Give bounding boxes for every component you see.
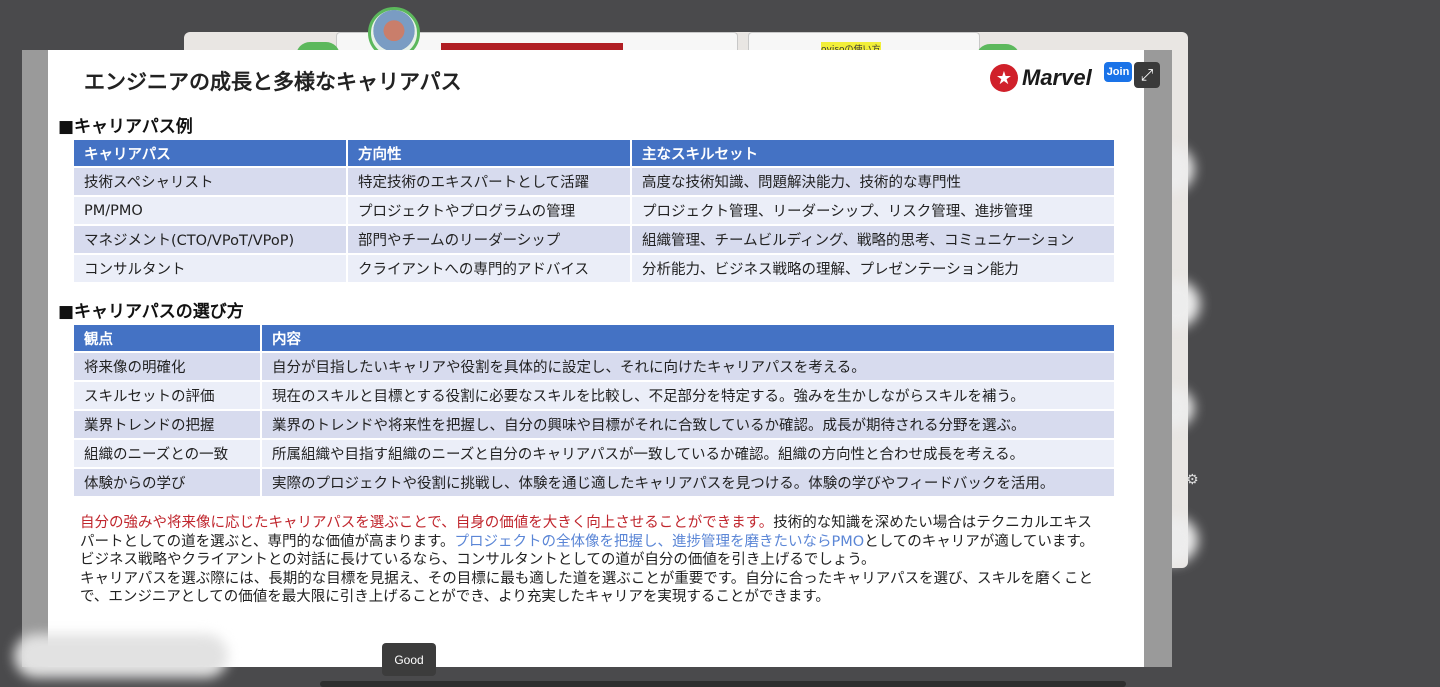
- table-row: 業界トレンドの把握 業界のトレンドや将来性を把握し、自分の興味や目標がそれに合致…: [74, 411, 1114, 438]
- summary-text: キャリアパスを選ぶ際には、長期的な目標を見据え、その目標に最も適した道を選ぶこと…: [80, 570, 1093, 606]
- settings-gear-icon[interactable]: ⚙: [1186, 472, 1199, 488]
- table-cell: 実際のプロジェクトや役割に挑戦し、体験を通じ適したキャリアパスを見つける。体験の…: [262, 469, 1114, 496]
- section-heading-how-to-choose: ■キャリアパスの選び方: [58, 302, 244, 322]
- table-cell: 将来像の明確化: [74, 353, 260, 380]
- career-path-table: キャリアパス 方向性 主なスキルセット 技術スペシャリスト 特定技術のエキスパー…: [72, 138, 1116, 284]
- slide-title: エンジニアの成長と多様なキャリアパス: [84, 70, 462, 94]
- table-cell: 技術スペシャリスト: [74, 168, 346, 195]
- table-row: PM/PMO プロジェクトやプログラムの管理 プロジェクト管理、リーダーシップ、…: [74, 197, 1114, 224]
- table-header-cell: 方向性: [348, 140, 630, 166]
- summary-highlight-red: 自分の強みや将来像に応じたキャリアパスを選ぶことで、自身の価値を大きく向上させる…: [80, 515, 774, 531]
- table-cell: 現在のスキルと目標とする役割に必要なスキルを比較し、不足部分を特定する。強みを生…: [262, 382, 1114, 409]
- blurred-presenter-name: [14, 634, 228, 678]
- table-cell: 業界トレンドの把握: [74, 411, 260, 438]
- star-icon: ★: [990, 64, 1018, 92]
- table-cell: 自分が目指したいキャリアや役割を具体的に設定し、それに向けたキャリアパスを考える…: [262, 353, 1114, 380]
- table-cell: 特定技術のエキスパートとして活躍: [348, 168, 630, 195]
- logo-text: Marvel: [1022, 65, 1092, 90]
- join-button[interactable]: Join: [1104, 62, 1132, 82]
- section-heading-career-examples: ■キャリアパス例: [58, 117, 193, 137]
- table-cell: 体験からの学び: [74, 469, 260, 496]
- table-cell: プロジェクト管理、リーダーシップ、リスク管理、進捗管理: [632, 197, 1114, 224]
- table-header-row: 観点 内容: [74, 325, 1114, 351]
- table-row: 技術スペシャリスト 特定技術のエキスパートとして活躍 高度な技術知識、問題解決能…: [74, 168, 1114, 195]
- table-row: 体験からの学び 実際のプロジェクトや役割に挑戦し、体験を通じ適したキャリアパスを…: [74, 469, 1114, 496]
- table-cell: 組織のニーズとの一致: [74, 440, 260, 467]
- table-row: 将来像の明確化 自分が目指したいキャリアや役割を具体的に設定し、それに向けたキャ…: [74, 353, 1114, 380]
- selection-criteria-table: 観点 内容 将来像の明確化 自分が目指したいキャリアや役割を具体的に設定し、それ…: [72, 323, 1116, 498]
- table-header-cell: 内容: [262, 325, 1114, 351]
- marvel-logo: ★ Marvel: [990, 64, 1092, 92]
- table-cell: 部門やチームのリーダーシップ: [348, 226, 630, 253]
- table-cell: クライアントへの専門的アドバイス: [348, 255, 630, 282]
- table-cell: コンサルタント: [74, 255, 346, 282]
- table-header-cell: キャリアパス: [74, 140, 346, 166]
- table-row: コンサルタント クライアントへの専門的アドバイス 分析能力、ビジネス戦略の理解、…: [74, 255, 1114, 282]
- table-header-row: キャリアパス 方向性 主なスキルセット: [74, 140, 1114, 166]
- summary-highlight-blue: プロジェクトの全体像を把握し、進捗管理を磨きたいならPMO: [454, 533, 865, 550]
- table-row: 組織のニーズとの一致 所属組織や目指す組織のニーズと自分のキャリアパスが一致して…: [74, 440, 1114, 467]
- table-cell: 組織管理、チームビルディング、戦略的思考、コミュニケーション: [632, 226, 1114, 253]
- table-cell: 業界のトレンドや将来性を把握し、自分の興味や目標がそれに合致しているか確認。成長…: [262, 411, 1114, 438]
- table-cell: 分析能力、ビジネス戦略の理解、プレゼンテーション能力: [632, 255, 1114, 282]
- bottom-toolbar: [320, 681, 1126, 687]
- expand-fullscreen-icon[interactable]: ⤢: [1134, 62, 1160, 88]
- table-cell: 所属組織や目指す組織のニーズと自分のキャリアパスが一致しているか確認。組織の方向…: [262, 440, 1114, 467]
- table-cell: マネジメント(CTO/VPoT/VPoP): [74, 226, 346, 253]
- table-row: スキルセットの評価 現在のスキルと目標とする役割に必要なスキルを比較し、不足部分…: [74, 382, 1114, 409]
- shared-slide: エンジニアの成長と多様なキャリアパス ★ Marvel ■キャリアパス例 キャリ…: [48, 50, 1144, 667]
- good-reaction-button[interactable]: Good: [382, 643, 436, 676]
- table-cell: PM/PMO: [74, 197, 346, 224]
- table-header-cell: 主なスキルセット: [632, 140, 1114, 166]
- summary-paragraph: 自分の強みや将来像に応じたキャリアパスを選ぶことで、自身の価値を大きく向上させる…: [80, 514, 1104, 607]
- table-cell: スキルセットの評価: [74, 382, 260, 409]
- table-cell: プロジェクトやプログラムの管理: [348, 197, 630, 224]
- table-row: マネジメント(CTO/VPoT/VPoP) 部門やチームのリーダーシップ 組織管…: [74, 226, 1114, 253]
- table-header-cell: 観点: [74, 325, 260, 351]
- table-cell: 高度な技術知識、問題解決能力、技術的な専門性: [632, 168, 1114, 195]
